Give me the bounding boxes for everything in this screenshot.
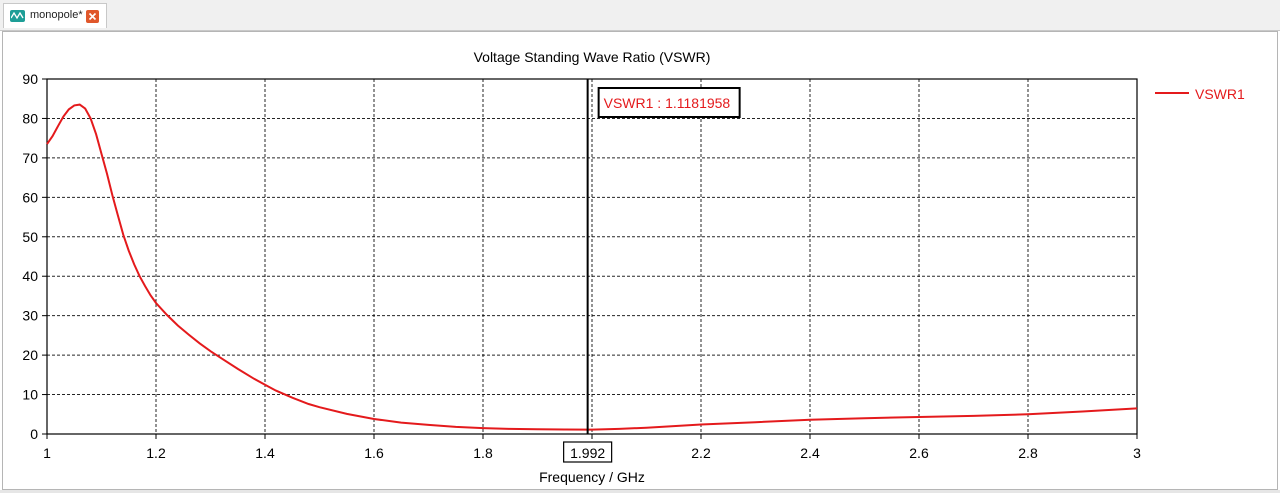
y-tick-label: 10 [22,387,38,403]
y-tick-labels: 0 10 20 30 40 50 60 70 80 90 [22,71,38,442]
chart-title: Voltage Standing Wave Ratio (VSWR) [474,49,711,65]
y-tick-label: 50 [22,229,38,245]
grid [42,78,1138,439]
x-tick-label: 2.6 [909,445,929,461]
x-tick-label: 2.4 [800,445,820,461]
vswr-chart: Voltage Standing Wave Ratio (VSWR) 0 10 20… [22,49,1245,485]
y-tick-label: 90 [22,71,38,87]
y-tick-label: 30 [22,308,38,324]
x-tick-label: 1.6 [364,445,384,461]
y-tick-label: 20 [22,347,38,363]
x-tick-label: 2.8 [1018,445,1038,461]
x-axis-label: Frequency / GHz [539,469,645,485]
y-tick-label: 60 [22,189,38,205]
x-tick-label: 2.2 [691,445,711,461]
x-tick-label: 1.4 [255,445,275,461]
y-tick-label: 40 [22,268,38,284]
legend-label-vswr1[interactable]: VSWR1 [1195,86,1245,102]
y-tick-label: 0 [30,426,38,442]
x-tick-label: 1 [43,445,51,461]
y-tick-label: 70 [22,150,38,166]
marker-x-label: 1.992 [570,445,605,461]
x-tick-label: 1.8 [473,445,493,461]
y-tick-label: 80 [22,110,38,126]
x-tick-label: 1.2 [146,445,166,461]
x-tick-label: 3 [1133,445,1141,461]
marker-readout: VSWR1 : 1.1181958 [604,95,731,111]
